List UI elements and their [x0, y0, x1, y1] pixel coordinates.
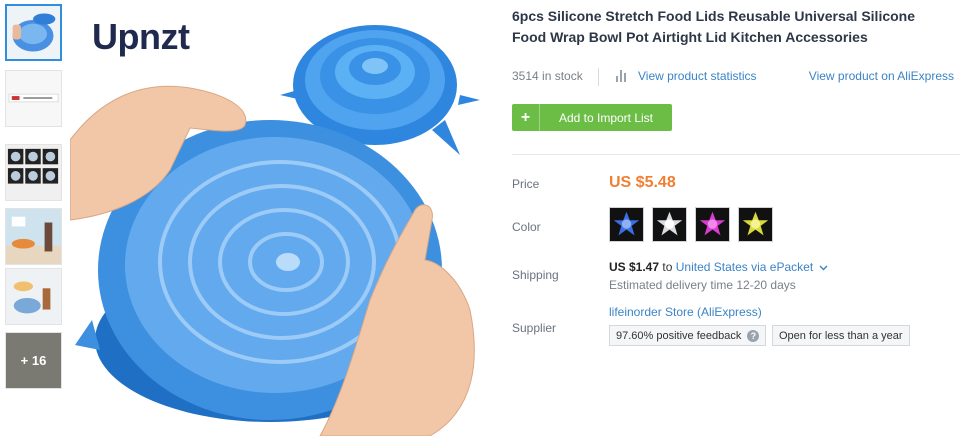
- shipping-destination: United States via ePacket: [675, 260, 814, 274]
- color-swatch-clear[interactable]: [652, 207, 687, 242]
- blue-lid-swatch-image: [610, 208, 643, 241]
- add-to-import-list-button[interactable]: + Add to Import List: [512, 104, 672, 131]
- view-product-statistics-link[interactable]: View product statistics: [616, 69, 757, 83]
- store-age-badge: Open for less than a year: [772, 325, 910, 346]
- price-label: Price: [512, 177, 540, 191]
- color-swatch-yellow[interactable]: [738, 207, 773, 242]
- chevron-down-icon: [819, 265, 828, 271]
- thumbnail-2[interactable]: [5, 70, 62, 127]
- thumbnail-1[interactable]: [5, 4, 62, 61]
- thumbnail-3[interactable]: [5, 144, 62, 201]
- clear-lid-swatch-image: [653, 208, 686, 241]
- product-meta-row: 3514 in stock View product statistics Vi…: [512, 68, 957, 87]
- silicone-lids-photo: [70, 0, 490, 436]
- yellow-lid-swatch-image: [739, 208, 772, 241]
- stock-count: 3514 in stock: [512, 69, 583, 83]
- bar-chart-icon: [616, 70, 628, 82]
- positive-feedback-badge: 97.60% positive feedback ?: [609, 325, 767, 346]
- bowl-lid-thumbnail-image: [7, 6, 60, 59]
- thumbnail-more[interactable]: + 16: [5, 332, 62, 389]
- import-button-label: Add to Import List: [558, 110, 654, 125]
- store-age-text: Open for less than a year: [779, 329, 903, 342]
- supplier-label: Supplier: [512, 321, 557, 335]
- banner-thumbnail-image: [6, 71, 61, 126]
- supplier-store-link[interactable]: lifeinorder Store (AliExpress): [609, 305, 762, 319]
- shipping-line: US $1.47 to United States via ePacket: [609, 260, 828, 274]
- lid-sizes-thumbnail-image: [6, 145, 61, 200]
- feedback-text: 97.60% positive feedback: [616, 329, 742, 342]
- price-value: US $5.48: [609, 174, 676, 191]
- more-images-count: + 16: [20, 353, 47, 368]
- delivery-estimate: Estimated delivery time 12-20 days: [609, 278, 796, 292]
- brand-logo: Upnzt: [92, 16, 190, 57]
- shipping-label: Shipping: [512, 268, 559, 282]
- stats-link-label: View product statistics: [638, 69, 757, 83]
- product-title: 6pcs Silicone Stretch Food Lids Reusable…: [512, 8, 916, 45]
- shipping-to-text: to: [662, 260, 673, 274]
- thumbnail-5[interactable]: [5, 268, 62, 325]
- help-icon[interactable]: ?: [747, 329, 760, 342]
- pink-lid-swatch-image: [696, 208, 729, 241]
- meta-divider: [598, 68, 599, 86]
- color-label: Color: [512, 220, 541, 234]
- kitchen-thumbnail-image: [6, 209, 61, 264]
- color-swatch-blue[interactable]: [609, 207, 644, 242]
- food-thumbnail-image: [6, 269, 61, 324]
- color-swatch-pink[interactable]: [695, 207, 730, 242]
- thumbnail-4[interactable]: [5, 208, 62, 265]
- shipping-method-dropdown[interactable]: United States via ePacket: [676, 260, 828, 274]
- view-on-aliexpress-link[interactable]: View product on AliExpress: [809, 69, 954, 83]
- main-product-image: Upnzt: [70, 0, 490, 436]
- shipping-cost: US $1.47: [609, 260, 660, 274]
- section-divider: [512, 154, 960, 155]
- plus-icon: +: [512, 104, 540, 131]
